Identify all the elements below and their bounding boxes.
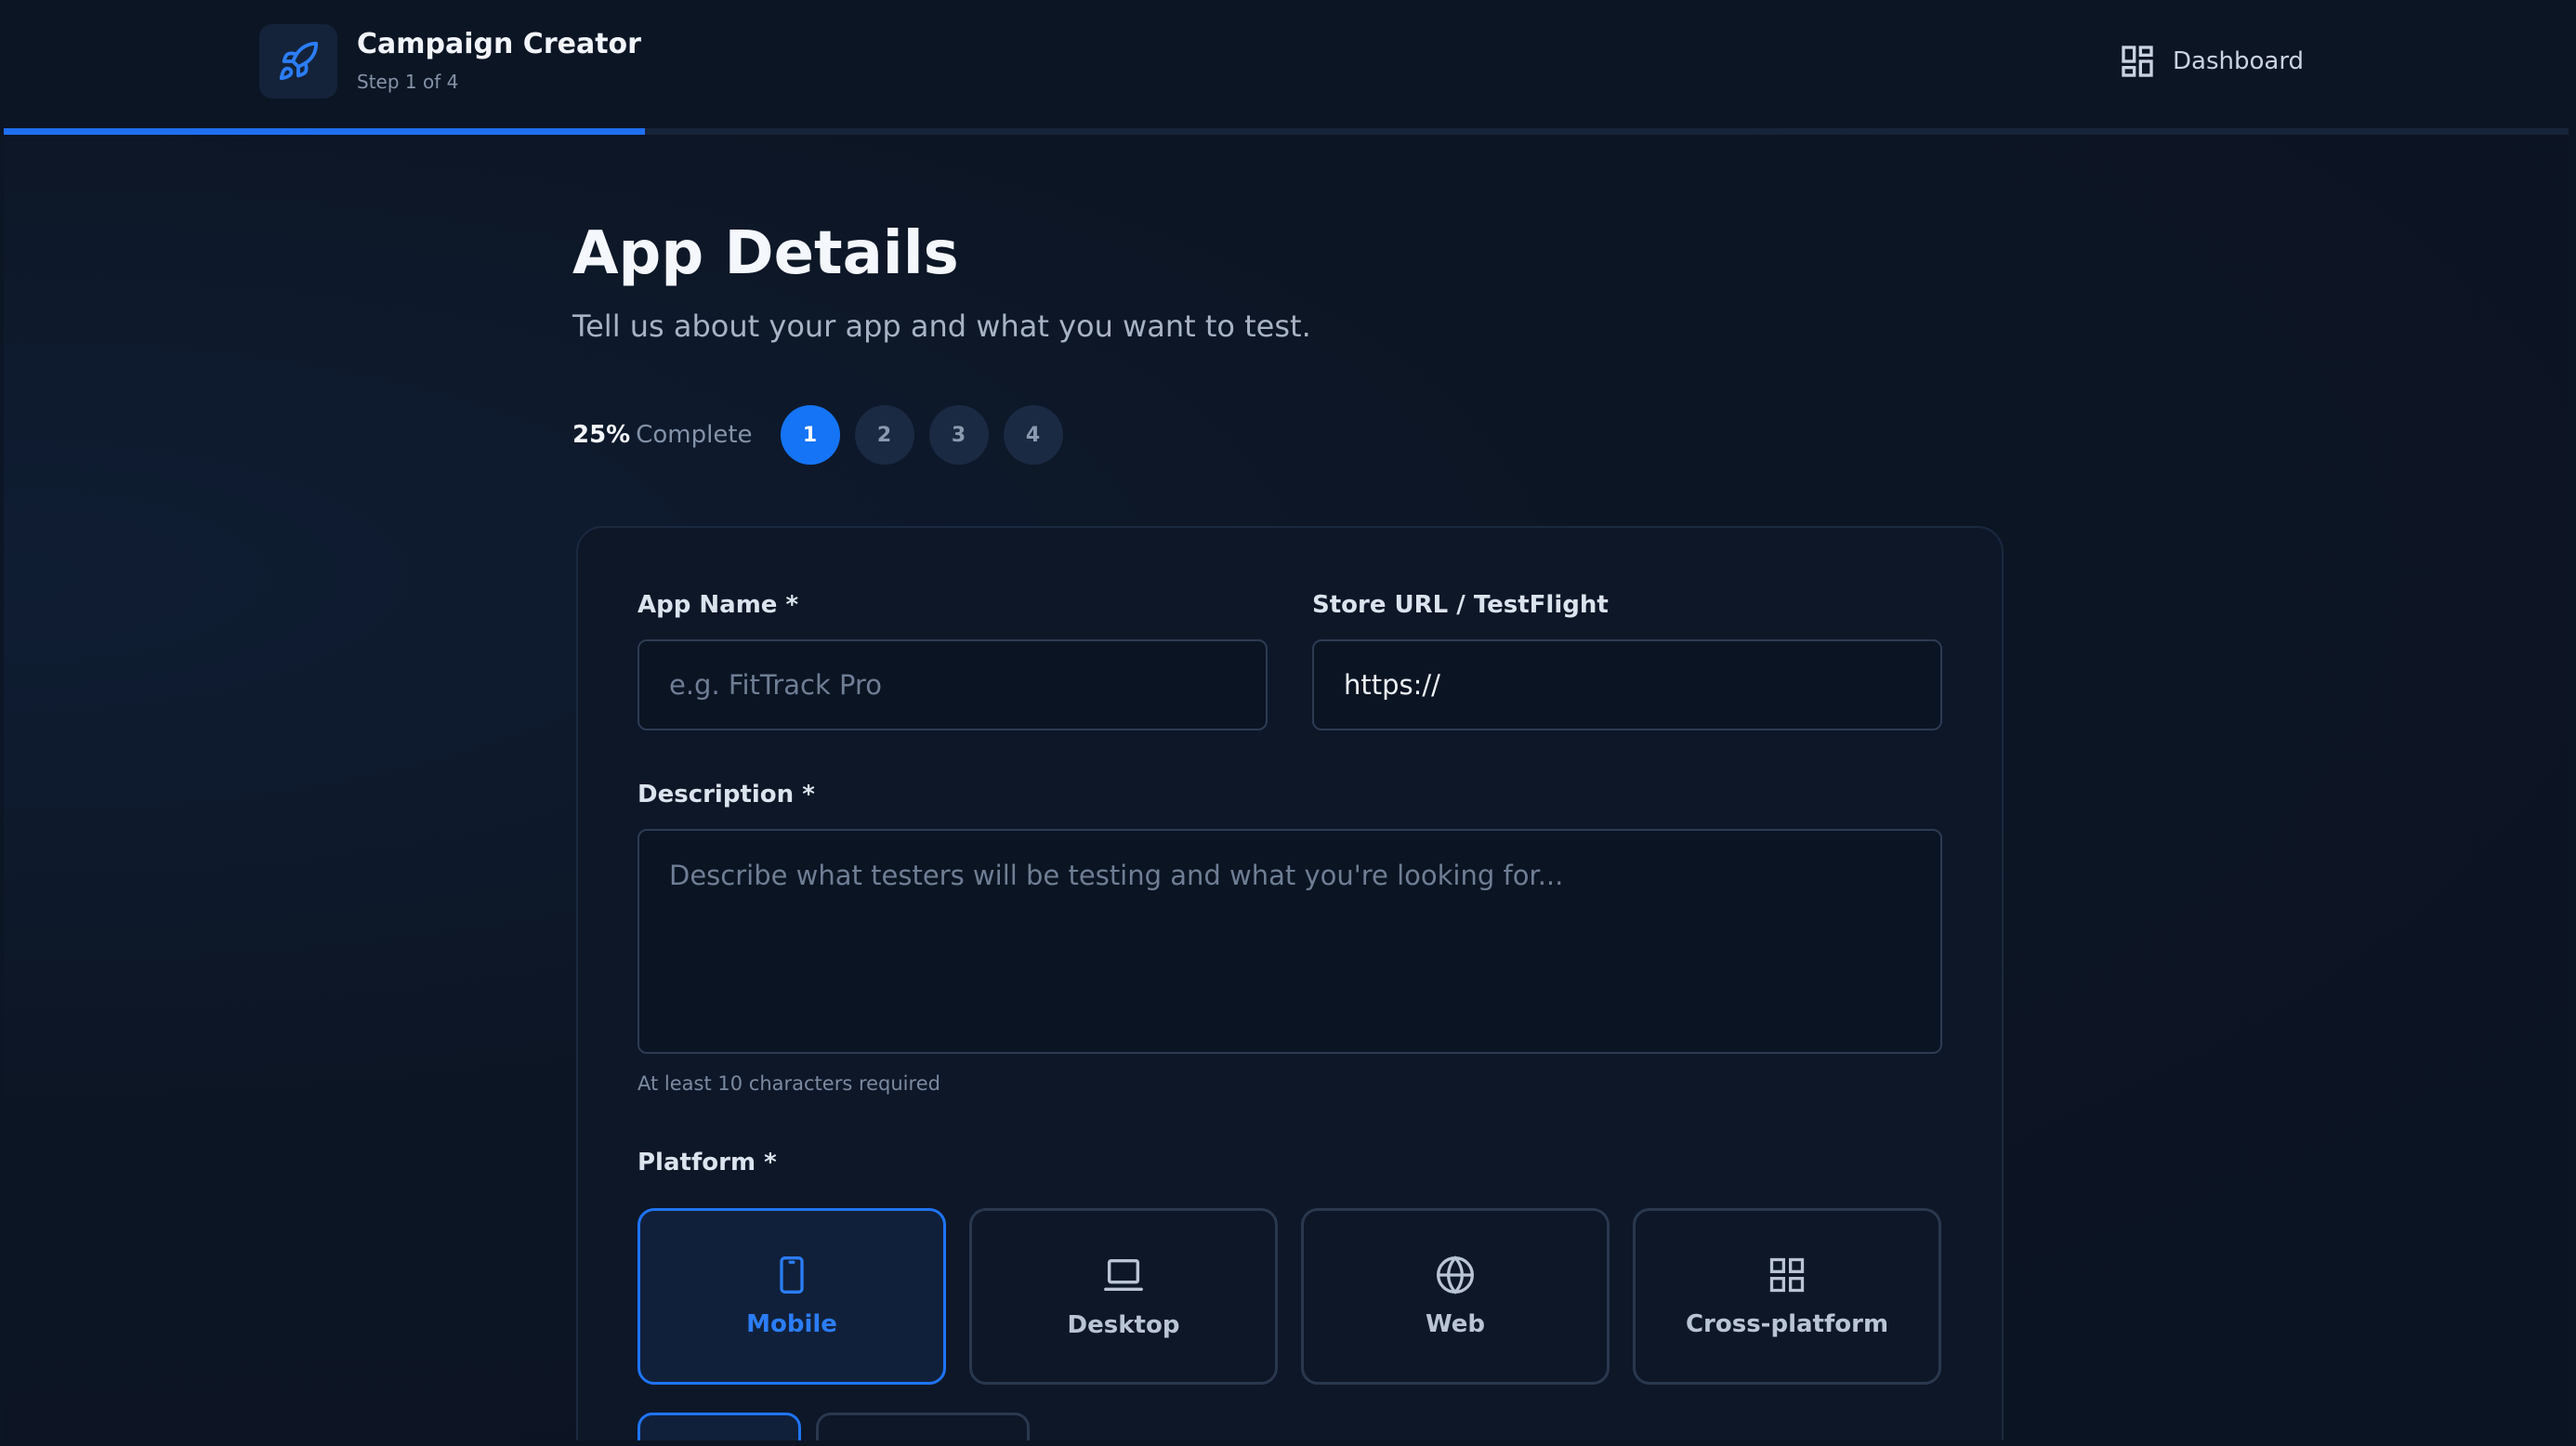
store-url-input[interactable] xyxy=(1312,639,1942,730)
app-frame: Campaign Creator Step 1 of 4 Dashboard A… xyxy=(4,0,2569,1440)
platform-option-label: Cross-platform xyxy=(1685,1310,1889,1338)
store-url-label: Store URL / TestFlight xyxy=(1312,591,1609,619)
step-dot-1[interactable]: 1 xyxy=(780,405,840,465)
dashboard-label: Dashboard xyxy=(2173,47,2305,75)
percent-complete: 25% xyxy=(572,421,631,449)
grid-icon xyxy=(1769,1257,1805,1293)
page-subtitle: Tell us about your app and what you want… xyxy=(572,309,1311,345)
main-content: App Details Tell us about your app and w… xyxy=(572,219,2004,465)
top-bar: Campaign Creator Step 1 of 4 Dashboard xyxy=(4,0,2569,128)
logo xyxy=(259,24,337,99)
progress-bar-fill xyxy=(4,128,645,135)
platform-label: Platform * xyxy=(637,1149,777,1177)
platform-option-mobile[interactable]: Mobile xyxy=(637,1208,946,1385)
step-dot-4[interactable]: 4 xyxy=(1003,405,1063,465)
platform-option-desktop[interactable]: Desktop xyxy=(969,1208,1278,1385)
app-name-input[interactable] xyxy=(637,639,1268,730)
globe-icon xyxy=(1437,1255,1474,1295)
app-name-label: App Name * xyxy=(637,591,799,619)
smartphone-icon xyxy=(780,1256,804,1294)
page-title: App Details xyxy=(572,219,959,288)
platform-option-label: Desktop xyxy=(1067,1311,1180,1339)
rocket-icon xyxy=(279,41,319,81)
step-progress: 25% Complete 1 2 3 4 xyxy=(572,405,1078,465)
step-indicator-text: Step 1 of 4 xyxy=(357,71,459,93)
laptop-icon xyxy=(1104,1258,1143,1292)
description-textarea[interactable] xyxy=(637,829,1942,1054)
platform-option-cross-platform[interactable]: Cross-platform xyxy=(1633,1208,1941,1385)
platform-option-web[interactable]: Web xyxy=(1301,1208,1610,1385)
sub-option-selected[interactable] xyxy=(637,1413,801,1440)
description-label: Description * xyxy=(637,781,815,808)
platform-option-label: Mobile xyxy=(746,1310,837,1338)
description-hint: At least 10 characters required xyxy=(637,1072,940,1095)
step-dot-3[interactable]: 3 xyxy=(928,405,989,465)
sub-option[interactable] xyxy=(816,1413,1030,1440)
progress-bar xyxy=(4,128,2569,135)
percent-complete-label: Complete xyxy=(636,421,753,449)
dashboard-icon xyxy=(2122,46,2153,77)
step-dot-2[interactable]: 2 xyxy=(854,405,914,465)
app-title: Campaign Creator xyxy=(357,28,641,60)
dashboard-link[interactable]: Dashboard xyxy=(2119,41,2304,82)
app-details-form: App Name * Store URL / TestFlight Descri… xyxy=(576,526,2004,1440)
platform-option-label: Web xyxy=(1426,1310,1485,1338)
